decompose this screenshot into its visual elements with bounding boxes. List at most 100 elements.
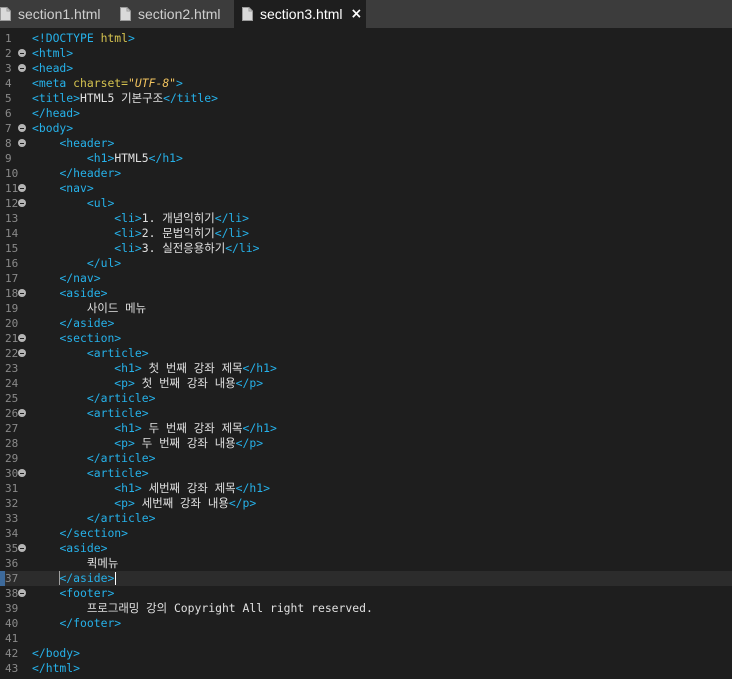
- code-line[interactable]: 19 사이드 메뉴: [0, 301, 732, 316]
- fold-toggle-icon[interactable]: [18, 349, 26, 357]
- code-line[interactable]: 8 <header>: [0, 136, 732, 151]
- gutter: 40: [0, 616, 30, 631]
- code-line[interactable]: 35 <aside>: [0, 541, 732, 556]
- text-token: 첫 번째 강좌 내용: [134, 376, 236, 390]
- line-number: 18: [5, 287, 19, 300]
- code-line[interactable]: 26 <article>: [0, 406, 732, 421]
- fold-toggle-icon[interactable]: [18, 289, 26, 297]
- line-number: 34: [5, 527, 19, 540]
- tag-token: <aside>: [59, 286, 108, 300]
- fold-toggle-icon[interactable]: [18, 139, 26, 147]
- code-text: <meta charset="UTF-8">: [32, 76, 183, 91]
- code-editor[interactable]: 1 <!DOCTYPE html> 2 <html> 3 <head> 4 <meta cha…: [0, 28, 732, 679]
- line-number: 4: [5, 77, 12, 90]
- code-line[interactable]: 20 </aside>: [0, 316, 732, 331]
- line-number: 13: [5, 212, 19, 225]
- code-line[interactable]: 37 </aside>: [0, 571, 732, 586]
- code-line[interactable]: 6 </head>: [0, 106, 732, 121]
- code-line[interactable]: 23 <h1> 첫 번째 강좌 제목</h1>: [0, 361, 732, 376]
- code-text: <footer>: [32, 586, 114, 601]
- code-text: </aside>: [32, 571, 114, 586]
- code-line[interactable]: 29 </article>: [0, 451, 732, 466]
- code-line[interactable]: 13 <li>1. 개념익히기</li>: [0, 211, 732, 226]
- code-line[interactable]: 31 <h1> 세번째 강좌 제목</h1>: [0, 481, 732, 496]
- code-line[interactable]: 11 <nav>: [0, 181, 732, 196]
- tag-token: </h1>: [242, 421, 277, 435]
- code-text: </article>: [32, 511, 156, 526]
- fold-toggle-icon[interactable]: [18, 409, 26, 417]
- code-text: 퀵메뉴: [32, 556, 118, 571]
- code-line[interactable]: 12 <ul>: [0, 196, 732, 211]
- code-line[interactable]: 1 <!DOCTYPE html>: [0, 31, 732, 46]
- gutter: 5: [0, 91, 30, 106]
- code-line[interactable]: 40 </footer>: [0, 616, 732, 631]
- fold-toggle-icon[interactable]: [18, 589, 26, 597]
- code-line[interactable]: 3 <head>: [0, 61, 732, 76]
- code-text: </ul>: [32, 256, 121, 271]
- tab-section3[interactable]: section3.html ×: [234, 0, 366, 28]
- close-icon[interactable]: ×: [350, 6, 362, 22]
- code-line[interactable]: 16 </ul>: [0, 256, 732, 271]
- code-line[interactable]: 39 프로그래밍 강의 Copyright All right reserved…: [0, 601, 732, 616]
- code-text: <section>: [32, 331, 121, 346]
- attribute-token: charset=: [73, 76, 129, 90]
- tag-token: </article>: [86, 391, 156, 405]
- code-line[interactable]: 24 <p> 첫 번째 강좌 내용</p>: [0, 376, 732, 391]
- tag-token: </title>: [163, 91, 218, 105]
- fold-toggle-icon[interactable]: [18, 544, 26, 552]
- line-number: 12: [5, 197, 19, 210]
- line-number: 38: [5, 587, 19, 600]
- code-line[interactable]: 25 </article>: [0, 391, 732, 406]
- gutter: 8: [0, 136, 30, 151]
- code-line[interactable]: 43 </html>: [0, 661, 732, 676]
- code-line[interactable]: 36 퀵메뉴: [0, 556, 732, 571]
- fold-toggle-icon[interactable]: [18, 49, 26, 57]
- fold-toggle-icon[interactable]: [18, 184, 26, 192]
- code-text: <h1> 첫 번째 강좌 제목</h1>: [32, 361, 277, 376]
- code-line[interactable]: 33 </article>: [0, 511, 732, 526]
- code-line[interactable]: 5 <title>HTML5 기본구조</title>: [0, 91, 732, 106]
- code-line[interactable]: 14 <li>2. 문법익히기</li>: [0, 226, 732, 241]
- code-line[interactable]: 30 <article>: [0, 466, 732, 481]
- code-line[interactable]: 9 <h1>HTML5</h1>: [0, 151, 732, 166]
- fold-toggle-icon[interactable]: [18, 334, 26, 342]
- code-line[interactable]: 17 </nav>: [0, 271, 732, 286]
- code-text: <article>: [32, 466, 149, 481]
- fold-toggle-icon[interactable]: [18, 469, 26, 477]
- code-text: <li>3. 실전응용하기</li>: [32, 241, 259, 256]
- tag-token: </li>: [214, 226, 250, 240]
- tag-token: <article>: [86, 406, 149, 420]
- code-line[interactable]: 34 </section>: [0, 526, 732, 541]
- line-number: 27: [5, 422, 19, 435]
- gutter: 4: [0, 76, 30, 91]
- gutter: 16: [0, 256, 30, 271]
- line-number: 35: [5, 542, 19, 555]
- code-line[interactable]: 41: [0, 631, 732, 646]
- code-line[interactable]: 32 <p> 세번째 강좌 내용</p>: [0, 496, 732, 511]
- gutter: 3: [0, 61, 30, 76]
- fold-toggle-icon[interactable]: [18, 199, 26, 207]
- fold-toggle-icon[interactable]: [18, 124, 26, 132]
- text-token: 사이드 메뉴: [86, 301, 147, 315]
- code-line[interactable]: 38 <footer>: [0, 586, 732, 601]
- code-text: <ul>: [32, 196, 114, 211]
- tag-token: </aside>: [59, 316, 115, 330]
- code-line[interactable]: 15 <li>3. 실전응용하기</li>: [0, 241, 732, 256]
- code-line[interactable]: 42 </body>: [0, 646, 732, 661]
- tag-token: <li>: [114, 211, 142, 225]
- code-line[interactable]: 18 <aside>: [0, 286, 732, 301]
- code-line[interactable]: 27 <h1> 두 번째 강좌 제목</h1>: [0, 421, 732, 436]
- fold-toggle-icon[interactable]: [18, 64, 26, 72]
- code-line[interactable]: 4 <meta charset="UTF-8">: [0, 76, 732, 91]
- code-line[interactable]: 10 </header>: [0, 166, 732, 181]
- code-line[interactable]: 7 <body>: [0, 121, 732, 136]
- code-line[interactable]: 21 <section>: [0, 331, 732, 346]
- tab-section2[interactable]: section2.html: [120, 0, 232, 28]
- code-line[interactable]: 28 <p> 두 번째 강좌 내용</p>: [0, 436, 732, 451]
- code-text: <aside>: [32, 541, 107, 556]
- code-line[interactable]: 2 <html>: [0, 46, 732, 61]
- code-line[interactable]: 22 <article>: [0, 346, 732, 361]
- tab-label: section2.html: [138, 6, 221, 22]
- tab-section1[interactable]: section1.html: [0, 0, 112, 28]
- tag-token: </h1>: [242, 361, 277, 375]
